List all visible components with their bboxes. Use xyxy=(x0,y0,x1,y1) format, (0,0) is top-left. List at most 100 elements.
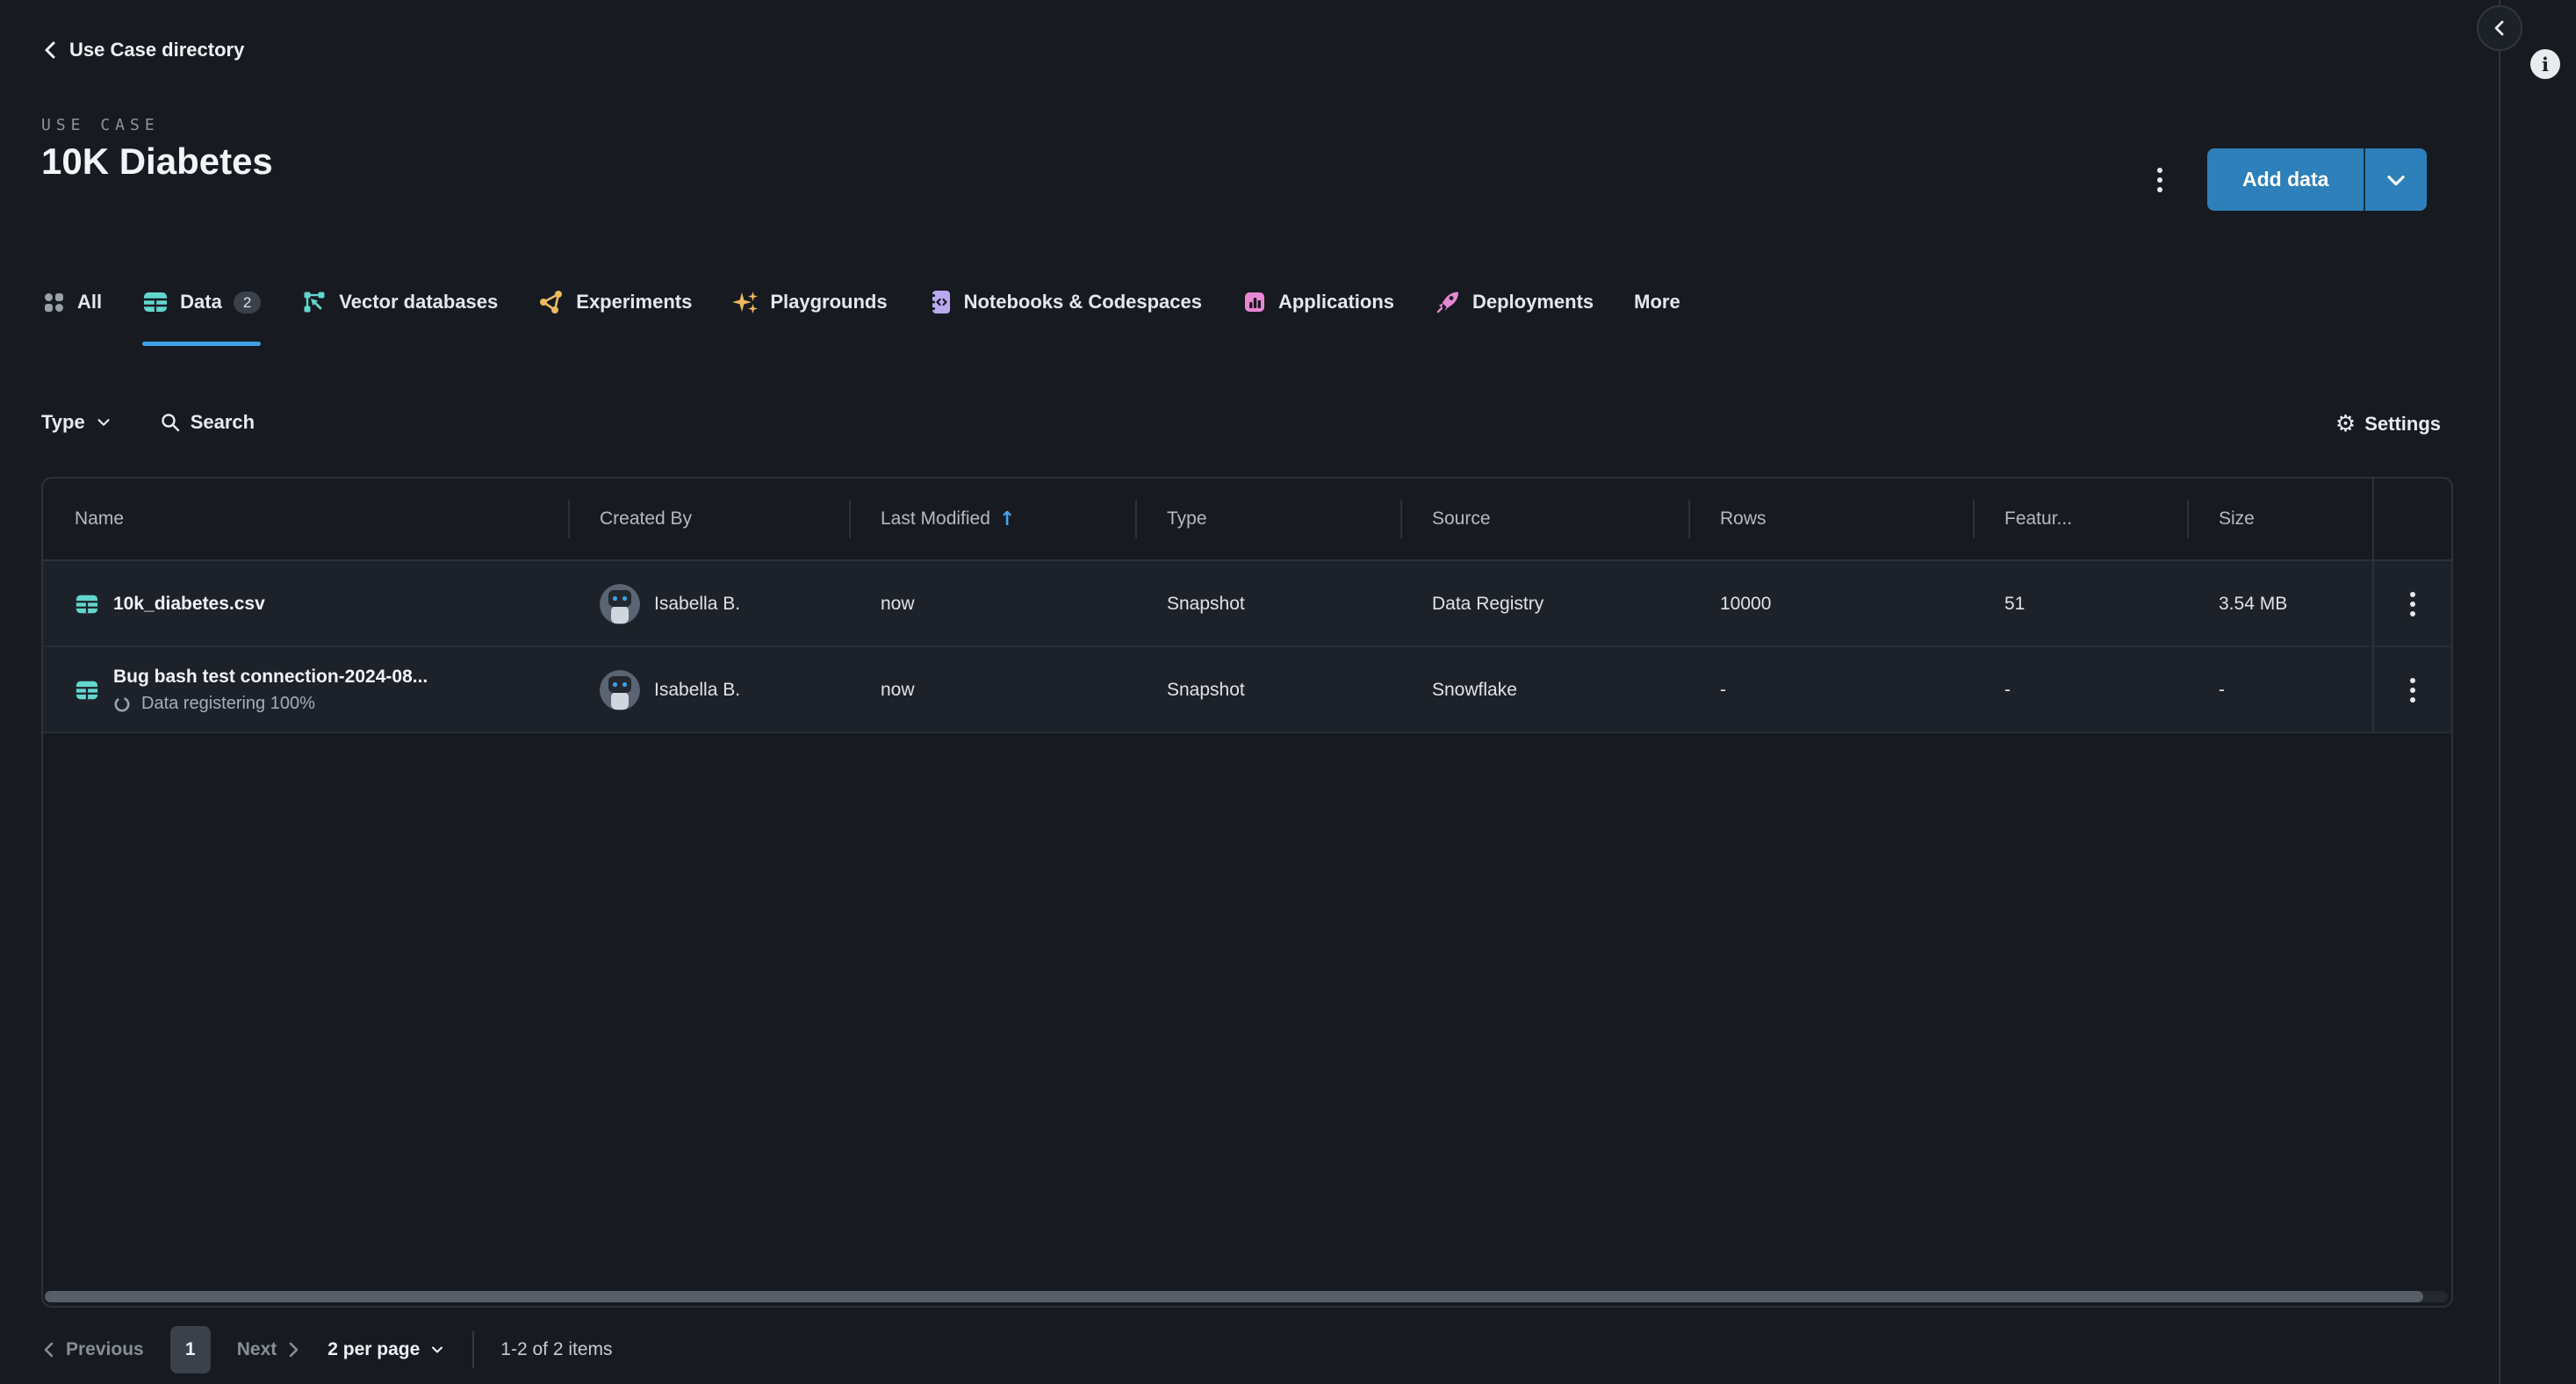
chevron-left-icon xyxy=(41,40,59,61)
features-cell: 51 xyxy=(1973,594,2187,615)
tab-experiments[interactable]: Experiments xyxy=(538,279,692,325)
table-row[interactable]: 10k_diabetes.csv Isabella B. now xyxy=(43,561,2451,647)
sort-ascending-icon: ↑ xyxy=(999,508,1015,530)
rows-cell: - xyxy=(1688,680,1973,701)
registration-status: Data registering 100% xyxy=(113,694,428,714)
pagination-divider xyxy=(472,1331,474,1368)
column-header-features[interactable]: Featur... xyxy=(1973,479,2187,559)
grid-icon xyxy=(41,290,66,314)
chevron-left-icon xyxy=(41,1340,57,1359)
dataset-table-icon xyxy=(75,679,99,702)
chevron-down-icon xyxy=(428,1341,446,1359)
avatar xyxy=(600,670,640,710)
data-count-badge: 2 xyxy=(234,292,261,314)
table-icon xyxy=(142,290,169,314)
size-cell: - xyxy=(2187,680,2372,701)
source-cell: Snowflake xyxy=(1400,680,1688,701)
table-row[interactable]: Bug bash test connection-2024-08... Data… xyxy=(43,647,2451,733)
tab-all[interactable]: All xyxy=(41,279,102,325)
tab-applications[interactable]: Applications xyxy=(1242,279,1394,325)
name-status-block: Bug bash test connection-2024-08... Data… xyxy=(113,667,428,714)
notebook-code-icon xyxy=(928,289,953,315)
table-header-row: Name Created By Last Modified ↑ Type Sou… xyxy=(43,479,2451,561)
collapse-panel-button[interactable] xyxy=(2477,5,2522,51)
column-header-created-by[interactable]: Created By xyxy=(568,479,849,559)
tab-label: Notebooks & Codespaces xyxy=(964,291,1202,314)
dataset-table-icon xyxy=(75,593,99,616)
column-header-source[interactable]: Source xyxy=(1400,479,1688,559)
settings-label: Settings xyxy=(2364,413,2441,436)
filter-row: Type Search xyxy=(41,400,255,445)
last-modified-cell: now xyxy=(849,680,1135,701)
add-data-dropdown-button[interactable] xyxy=(2365,148,2427,211)
name-cell[interactable]: Bug bash test connection-2024-08... Data… xyxy=(43,667,568,714)
created-by-value: Isabella B. xyxy=(654,680,740,701)
items-range-label: 1-2 of 2 items xyxy=(500,1339,612,1360)
tab-label: Experiments xyxy=(576,291,692,314)
info-icon[interactable]: i xyxy=(2530,49,2560,79)
row-actions-cell xyxy=(2372,561,2451,647)
column-header-name[interactable]: Name xyxy=(43,479,568,559)
header-actions: Add data xyxy=(2142,148,2427,211)
next-page-button[interactable]: Next xyxy=(237,1339,302,1360)
column-header-last-modified[interactable]: Last Modified ↑ xyxy=(849,479,1135,559)
rows-cell: 10000 xyxy=(1688,594,1973,615)
tab-playgrounds[interactable]: Playgrounds xyxy=(732,279,887,325)
search-button[interactable]: Search xyxy=(159,411,255,434)
row-actions-cell xyxy=(2372,647,2451,733)
pagination-bar: Previous 1 Next 2 per page 1-2 of 2 item… xyxy=(41,1324,613,1375)
dataset-name: Bug bash test connection-2024-08... xyxy=(113,667,428,688)
sparkles-icon xyxy=(732,289,759,315)
add-data-split-button: Add data xyxy=(2207,148,2427,211)
use-case-menu-button[interactable] xyxy=(2142,159,2177,201)
tab-label: All xyxy=(77,291,102,314)
row-menu-button[interactable] xyxy=(2395,583,2430,625)
search-label: Search xyxy=(191,411,255,434)
chevron-left-icon xyxy=(2490,18,2509,39)
created-by-cell: Isabella B. xyxy=(568,670,849,710)
column-header-size[interactable]: Size xyxy=(2187,479,2372,559)
tab-label: Vector databases xyxy=(339,291,498,314)
breadcrumb-label: Use Case directory xyxy=(69,39,244,61)
tab-notebooks-codespaces[interactable]: Notebooks & Codespaces xyxy=(928,279,1202,325)
avatar xyxy=(600,584,640,624)
tab-label: Applications xyxy=(1278,291,1394,314)
main-content: Use Case directory USE CASE 10K Diabetes… xyxy=(0,0,2499,1384)
column-header-rows[interactable]: Rows xyxy=(1688,479,1973,559)
gear-icon: ⚙ xyxy=(2335,413,2356,436)
row-menu-button[interactable] xyxy=(2395,669,2430,711)
add-data-button[interactable]: Add data xyxy=(2207,148,2364,211)
dataset-name: 10k_diabetes.csv xyxy=(113,594,265,615)
molecule-icon xyxy=(538,289,565,315)
per-page-dropdown[interactable]: 2 per page xyxy=(327,1339,446,1360)
tab-deployments[interactable]: Deployments xyxy=(1435,279,1594,325)
spinner-icon xyxy=(113,696,131,713)
chevron-down-icon xyxy=(2384,168,2408,192)
features-cell: - xyxy=(1973,680,2187,701)
created-by-cell: Isabella B. xyxy=(568,584,849,624)
name-cell[interactable]: 10k_diabetes.csv xyxy=(43,593,568,616)
chevron-down-icon xyxy=(94,413,113,432)
last-modified-cell: now xyxy=(849,594,1135,615)
tab-label: Data xyxy=(180,291,222,314)
tab-label: Deployments xyxy=(1472,291,1594,314)
type-filter-dropdown[interactable]: Type xyxy=(41,411,113,434)
previous-page-button[interactable]: Previous xyxy=(41,1339,144,1360)
type-cell: Snapshot xyxy=(1135,680,1400,701)
tab-label: Playgrounds xyxy=(770,291,887,314)
tab-more[interactable]: More xyxy=(1634,279,1680,325)
chevron-right-icon xyxy=(285,1340,301,1359)
type-filter-label: Type xyxy=(41,411,85,434)
vector-icon xyxy=(301,289,327,315)
horizontal-scrollbar-thumb[interactable] xyxy=(45,1291,2423,1302)
created-by-value: Isabella B. xyxy=(654,594,740,615)
horizontal-scrollbar-track xyxy=(45,1291,2448,1302)
current-page-button[interactable]: 1 xyxy=(170,1326,211,1373)
tab-data[interactable]: Data 2 xyxy=(142,279,261,325)
data-table: Name Created By Last Modified ↑ Type Sou… xyxy=(41,477,2453,1308)
right-rail: i xyxy=(2499,0,2576,1384)
tab-vector-databases[interactable]: Vector databases xyxy=(301,279,498,325)
column-header-type[interactable]: Type xyxy=(1135,479,1400,559)
breadcrumb-back-link[interactable]: Use Case directory xyxy=(41,39,244,61)
settings-button[interactable]: ⚙ Settings xyxy=(2335,401,2441,447)
